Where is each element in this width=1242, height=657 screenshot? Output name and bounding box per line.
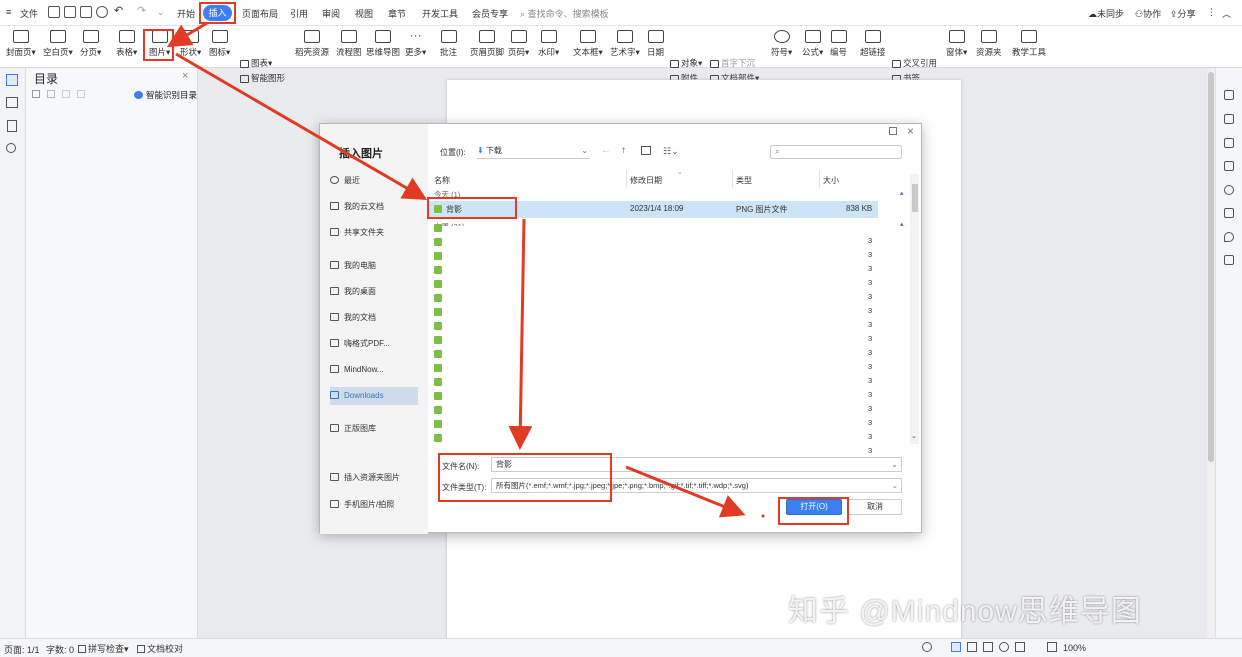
arrow-tab-to-picture xyxy=(166,21,208,48)
arrow-file-to-filename xyxy=(508,218,533,450)
zhihu-watermark: 知乎 @Mindnow思维导图 xyxy=(788,595,1142,628)
annotation-arrows xyxy=(166,21,765,518)
arrow-filename-to-open xyxy=(625,465,746,518)
arrow-picture-to-file xyxy=(175,52,428,201)
annotation-dot xyxy=(761,514,765,518)
